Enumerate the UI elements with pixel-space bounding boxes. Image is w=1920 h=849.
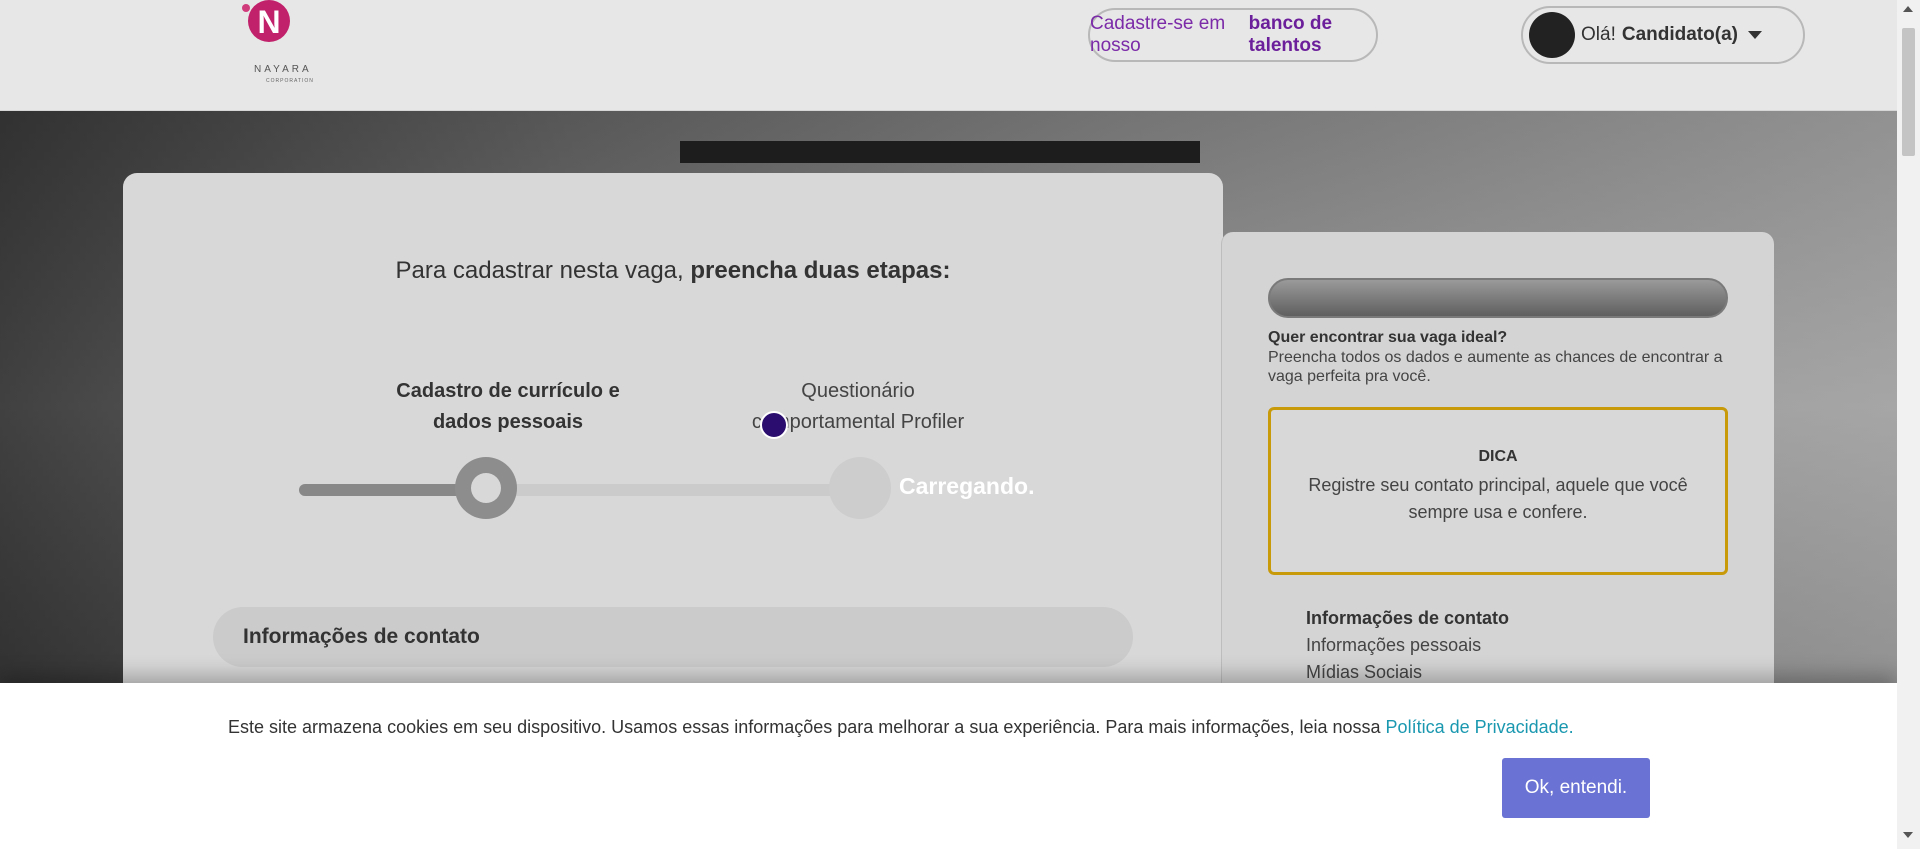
cookie-message: Este site armazena cookies em seu dispos…: [228, 717, 1381, 737]
user-name: Candidato(a): [1621, 24, 1738, 45]
tip-title: DICA: [1478, 448, 1518, 465]
site-header: N NAYARA CORPORATION Cadastre-se em noss…: [0, 0, 1897, 111]
step-2-label: Questionário comportamental Profiler: [713, 376, 1003, 438]
cursor-indicator: [760, 411, 788, 439]
side-heading: Quer encontrar sua vaga ideal?: [1268, 329, 1508, 346]
accept-cookies-button[interactable]: Ok, entendi.: [1502, 758, 1650, 818]
step-2-line-1: Questionário: [801, 380, 915, 402]
scroll-thumb[interactable]: [1902, 28, 1915, 156]
tip-box: DICA Registre seu contato principal, aqu…: [1268, 407, 1728, 575]
privacy-policy-link[interactable]: Política de Privacidade.: [1386, 717, 1574, 737]
caret-down-icon: [1747, 31, 1762, 39]
talent-bank-button[interactable]: Cadastre-se em nosso banco de talentos: [1088, 8, 1378, 62]
nav-item-personal-info[interactable]: Informações pessoais: [1306, 632, 1509, 659]
logo-name: NAYARA: [254, 64, 312, 75]
greeting: Olá!: [1581, 24, 1616, 45]
talent-bank-prefix: Cadastre-se em nosso: [1090, 13, 1226, 56]
page-scrollbar[interactable]: [1897, 0, 1920, 849]
scroll-down-icon[interactable]: [1903, 832, 1913, 838]
logo-dot: [242, 4, 250, 12]
step-1-line-1: Cadastro de currículo e: [396, 380, 620, 402]
section-nav-list: Informações de contato Informações pesso…: [1306, 605, 1509, 686]
profile-progress-bar: [1268, 278, 1728, 318]
step-1-label: Cadastro de currículo e dados pessoais: [363, 376, 653, 438]
decor-window: [680, 141, 1200, 163]
step-1-line-2: dados pessoais: [432, 411, 584, 433]
talent-bank-link[interactable]: banco de talentos: [1249, 13, 1376, 57]
cookie-text: Este site armazena cookies em seu dispos…: [228, 717, 1574, 738]
section-contact-info[interactable]: Informações de contato: [213, 607, 1133, 667]
step-2-marker[interactable]: [829, 457, 891, 519]
logo[interactable]: N NAYARA CORPORATION: [242, 0, 332, 90]
user-menu-button[interactable]: Olá! Candidato(a): [1521, 6, 1805, 64]
nav-item-social-media[interactable]: Mídias Sociais: [1306, 659, 1509, 686]
step-1-marker[interactable]: [455, 457, 517, 519]
step-2-line-2: comportamental Profiler: [751, 411, 965, 433]
page-title-prefix: Para cadastrar nesta vaga,: [395, 257, 684, 284]
side-text: Preencha todos os dados e aumente as cha…: [1268, 349, 1723, 385]
logo-mark: N: [248, 0, 290, 42]
page-title-bold: preencha duas etapas:: [690, 257, 951, 284]
cookie-banner: Este site armazena cookies em seu dispos…: [0, 683, 1897, 849]
scroll-up-icon[interactable]: [1903, 6, 1913, 12]
logo-subtitle: CORPORATION: [266, 78, 314, 84]
avatar: [1529, 12, 1575, 58]
page-title: Para cadastrar nesta vaga, preencha duas…: [123, 257, 1223, 285]
tip-text: Registre seu contato principal, aquele q…: [1308, 475, 1688, 522]
section-contact-info-title: Informações de contato: [243, 625, 480, 648]
loading-text: Carregando.: [899, 473, 1035, 499]
nav-item-contact-info[interactable]: Informações de contato: [1306, 605, 1509, 632]
